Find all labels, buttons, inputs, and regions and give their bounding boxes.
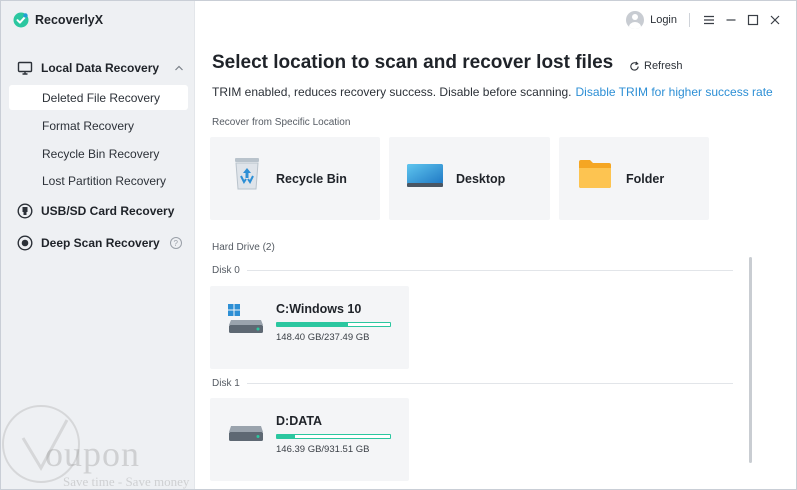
drive-name: D:DATA	[276, 414, 323, 428]
disk-1-label: Disk 1	[212, 378, 240, 389]
sidebar-item-lost-partition-recovery[interactable]: Lost Partition Recovery	[9, 168, 188, 193]
location-label: Desktop	[456, 171, 506, 186]
sidebar-item-deleted-file-recovery[interactable]: Deleted File Recovery	[9, 85, 188, 110]
watermark-subtext: Save time - Save money	[63, 474, 190, 489]
disable-trim-link[interactable]: Disable TRIM for higher success rate	[576, 85, 773, 99]
sidebar-item-format-recovery[interactable]: Format Recovery	[9, 113, 188, 138]
avatar	[626, 11, 645, 29]
trim-notice-text: TRIM enabled, reduces recovery success. …	[212, 85, 572, 99]
nav-usb-sd-card-recovery[interactable]: USB/SD Card Recovery	[17, 201, 174, 221]
divider	[247, 383, 733, 384]
divider	[689, 13, 690, 27]
hard-drive-label: Hard Drive (2)	[212, 242, 275, 253]
nav-section-label: USB/SD Card Recovery	[41, 204, 175, 218]
nav-section-label: Local Data Recovery	[41, 61, 160, 75]
location-card-desktop[interactable]: Desktop	[389, 137, 550, 220]
drive-card-d[interactable]: D:DATA 146.39 GB/931.51 GB	[210, 398, 409, 481]
sidebar-item-label: Recycle Bin Recovery	[42, 146, 160, 161]
refresh-button[interactable]: Refresh	[629, 60, 683, 72]
drive-name: C:Windows 10	[276, 302, 362, 316]
nav-deep-scan-recovery[interactable]: Deep Scan Recovery ?	[17, 233, 182, 253]
hard-drive-icon	[228, 304, 263, 333]
sidebar-item-recycle-bin-recovery[interactable]: Recycle Bin Recovery	[9, 141, 188, 166]
usb-icon	[17, 203, 33, 219]
nav-section-label: Deep Scan Recovery	[41, 236, 160, 250]
refresh-icon	[630, 61, 639, 71]
drive-usage-fill	[277, 435, 295, 438]
login-button[interactable]: Login	[626, 11, 677, 29]
refresh-label: Refresh	[644, 60, 683, 72]
trim-notice: TRIM enabled, reduces recovery success. …	[212, 85, 773, 99]
desktop-icon	[407, 164, 443, 187]
location-card-recycle-bin[interactable]: Recycle Bin	[210, 137, 380, 220]
monitor-icon	[17, 61, 33, 75]
drive-card-c[interactable]: C:Windows 10 148.40 GB/237.49 GB	[210, 286, 409, 369]
login-label: Login	[650, 14, 677, 26]
drive-usage-fill	[277, 323, 348, 326]
sidebar: RecoverlyX Local Data Recovery Deleted F…	[1, 1, 195, 489]
help-icon[interactable]: ?	[169, 237, 182, 249]
drive-usage-bar	[276, 434, 391, 439]
nav-local-data-recovery[interactable]: Local Data Recovery	[17, 58, 159, 78]
watermark-text: oupon	[45, 434, 140, 474]
hamburger-icon[interactable]	[698, 11, 720, 29]
app-brand: RecoverlyX	[13, 11, 103, 29]
divider	[247, 270, 733, 271]
app-name: RecoverlyX	[35, 13, 104, 27]
sidebar-item-label: Format Recovery	[42, 118, 135, 133]
hard-drive-icon	[229, 426, 263, 441]
location-label: Folder	[626, 171, 665, 186]
disk-0-label: Disk 0	[212, 265, 240, 276]
specific-location-label: Recover from Specific Location	[212, 117, 351, 128]
sidebar-item-label: Lost Partition Recovery	[42, 173, 167, 188]
drive-size: 146.39 GB/931.51 GB	[276, 444, 370, 455]
page-title: Select location to scan and recover lost…	[212, 52, 614, 73]
close-icon[interactable]	[764, 11, 786, 29]
deep-scan-icon	[17, 235, 33, 251]
folder-icon	[579, 160, 611, 188]
sidebar-item-label: Deleted File Recovery	[42, 90, 161, 105]
chevron-up-icon[interactable]	[173, 62, 185, 74]
app-logo-icon	[13, 12, 29, 28]
drive-size: 148.40 GB/237.49 GB	[276, 332, 370, 343]
scrollbar[interactable]	[749, 257, 752, 463]
location-label: Recycle Bin	[276, 171, 347, 186]
windows-logo-icon	[228, 304, 240, 316]
title-bar-controls: Login	[626, 10, 786, 30]
maximize-icon[interactable]	[742, 11, 764, 29]
location-card-folder[interactable]: Folder	[559, 137, 709, 220]
recycle-bin-icon	[235, 158, 259, 190]
app-window: RecoverlyX Local Data Recovery Deleted F…	[0, 0, 797, 490]
drive-usage-bar	[276, 322, 391, 327]
minimize-icon[interactable]	[720, 11, 742, 29]
